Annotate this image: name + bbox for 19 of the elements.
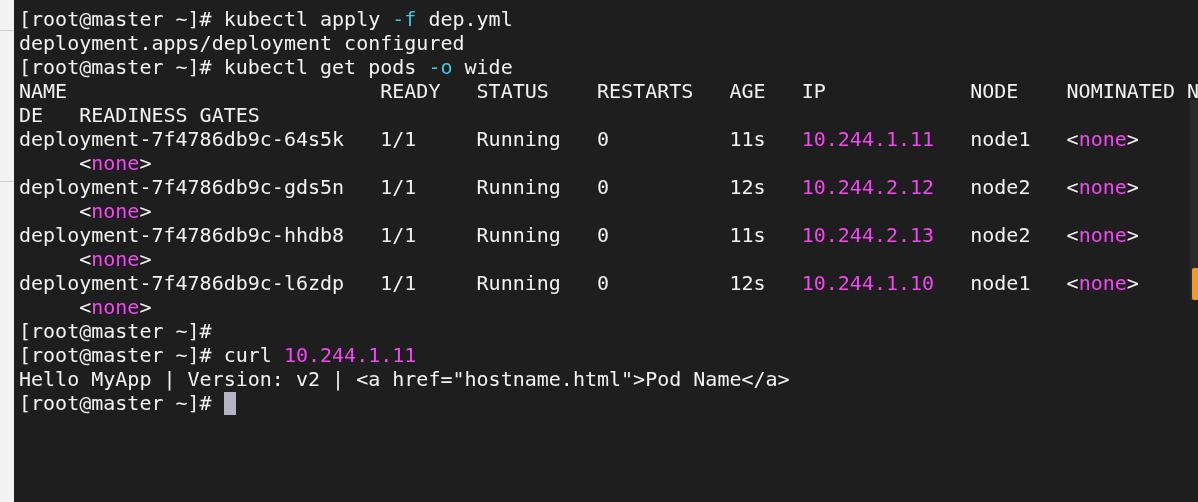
terminal-line: <none> xyxy=(78,247,152,271)
terminal-line: deployment-7f4786db9c-64s5k 1/1 Running 0 11s 10.244.1.11 node1 <none> xyxy=(19,127,1139,151)
terminal-line: [root@master ~]# curl 10.244.1.11 xyxy=(19,343,417,367)
scrollbar[interactable] xyxy=(1190,100,1198,300)
terminal-line: <none> xyxy=(78,295,152,319)
terminal-line: deployment-7f4786db9c-gds5n 1/1 Running 0 12s 10.244.2.12 node2 <none> xyxy=(19,175,1139,199)
terminal-line: [root@master ~]# kubectl get pods -o wide xyxy=(19,55,513,79)
terminal-line: [root@master ~]# xyxy=(19,319,212,343)
terminal-line: [root@master ~]# xyxy=(19,391,213,415)
terminal-line: NAME READY STATUS RESTARTS AGE IP NODE NOMINATED N xyxy=(19,79,1198,103)
terminal-line: deployment.apps/deployment configured xyxy=(19,31,465,55)
terminal-line: <none> xyxy=(78,151,152,175)
scroll-marker xyxy=(1192,268,1198,300)
terminal-line: deployment-7f4786db9c-l6zdp 1/1 Running 0 12s 10.244.1.10 node1 <none> xyxy=(19,271,1139,295)
terminal-line: Hello MyApp | Version: v2 | <a href="hostname.html">Pod Name</a> xyxy=(19,367,790,391)
terminal-line: <none> xyxy=(78,199,152,223)
terminal-line: [root@master ~]# kubectl apply -f dep.yml xyxy=(19,7,513,31)
terminal-line: DE READINESS GATES xyxy=(19,103,260,127)
terminal-line: deployment-7f4786db9c-hhdb8 1/1 Running 0 11s 10.244.2.13 node2 <none> xyxy=(19,223,1139,247)
